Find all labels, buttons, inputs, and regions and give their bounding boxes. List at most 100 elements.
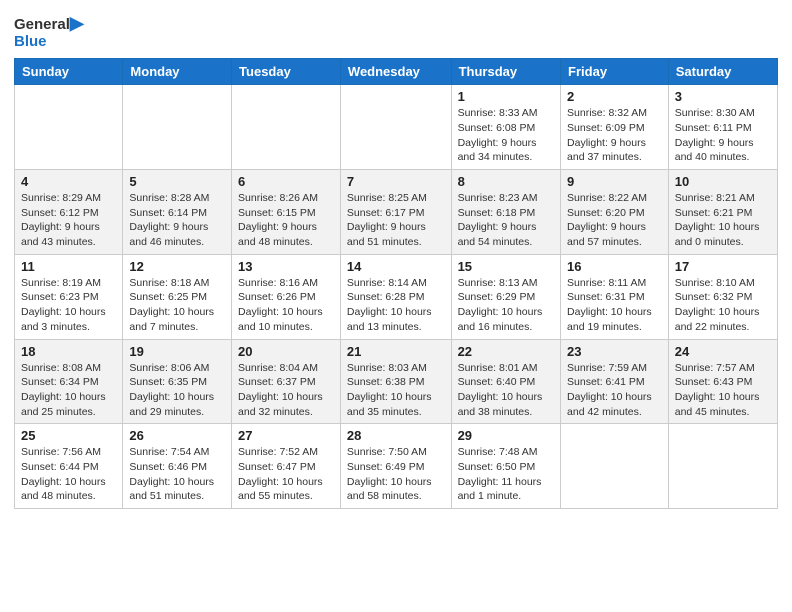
day-info: Sunrise: 8:01 AM Sunset: 6:40 PM Dayligh… — [458, 361, 554, 420]
calendar: SundayMondayTuesdayWednesdayThursdayFrid… — [14, 58, 778, 509]
day-info: Sunrise: 8:18 AM Sunset: 6:25 PM Dayligh… — [129, 276, 225, 335]
day-number: 7 — [347, 174, 445, 189]
day-info: Sunrise: 7:52 AM Sunset: 6:47 PM Dayligh… — [238, 445, 334, 504]
day-info: Sunrise: 7:57 AM Sunset: 6:43 PM Dayligh… — [675, 361, 771, 420]
day-number: 5 — [129, 174, 225, 189]
day-number: 22 — [458, 344, 554, 359]
calendar-cell: 25Sunrise: 7:56 AM Sunset: 6:44 PM Dayli… — [15, 424, 123, 509]
calendar-cell: 24 Sunrise: 7:57 AM Sunset: 6:43 PM Dayli… — [668, 339, 777, 424]
day-info: Sunrise: 8:10 AM Sunset: 6:32 PM Dayligh… — [675, 276, 771, 335]
calendar-cell: 23 Sunrise: 7:59 AM Sunset: 6:41 PM Dayli… — [561, 339, 669, 424]
calendar-cell: 10 Sunrise: 8:21 AM Sunset: 6:21 PM Dayli… — [668, 170, 777, 255]
day-header-monday: Monday — [123, 59, 232, 85]
calendar-header-row: SundayMondayTuesdayWednesdayThursdayFrid… — [15, 59, 778, 85]
day-info: Sunrise: 8:04 AM Sunset: 6:37 PM Dayligh… — [238, 361, 334, 420]
day-info: Sunrise: 8:16 AM Sunset: 6:26 PM Dayligh… — [238, 276, 334, 335]
day-info: Sunrise: 8:03 AM Sunset: 6:38 PM Dayligh… — [347, 361, 445, 420]
logo: General▶ Blue — [14, 14, 84, 50]
calendar-cell: 12 Sunrise: 8:18 AM Sunset: 6:25 PM Dayli… — [123, 254, 232, 339]
calendar-cell: 21 Sunrise: 8:03 AM Sunset: 6:38 PM Dayli… — [340, 339, 451, 424]
calendar-week-4: 18 Sunrise: 8:08 AM Sunset: 6:34 PM Dayli… — [15, 339, 778, 424]
day-number: 3 — [675, 89, 771, 104]
calendar-cell — [15, 85, 123, 170]
calendar-week-3: 11Sunrise: 8:19 AM Sunset: 6:23 PM Dayli… — [15, 254, 778, 339]
calendar-cell: 15 Sunrise: 8:13 AM Sunset: 6:29 PM Dayli… — [451, 254, 560, 339]
calendar-cell: 16 Sunrise: 8:11 AM Sunset: 6:31 PM Dayli… — [561, 254, 669, 339]
day-info: Sunrise: 8:21 AM Sunset: 6:21 PM Dayligh… — [675, 191, 771, 250]
day-number: 4 — [21, 174, 116, 189]
calendar-cell: 4 Sunrise: 8:29 AM Sunset: 6:12 PM Daylig… — [15, 170, 123, 255]
day-number: 14 — [347, 259, 445, 274]
day-header-saturday: Saturday — [668, 59, 777, 85]
calendar-cell — [668, 424, 777, 509]
day-info: Sunrise: 8:25 AM Sunset: 6:17 PM Dayligh… — [347, 191, 445, 250]
day-number: 21 — [347, 344, 445, 359]
day-number: 19 — [129, 344, 225, 359]
calendar-cell — [561, 424, 669, 509]
calendar-cell: 19 Sunrise: 8:06 AM Sunset: 6:35 PM Dayli… — [123, 339, 232, 424]
day-info: Sunrise: 8:29 AM Sunset: 6:12 PM Dayligh… — [21, 191, 116, 250]
calendar-cell: 29 Sunrise: 7:48 AM Sunset: 6:50 PM Dayli… — [451, 424, 560, 509]
day-number: 10 — [675, 174, 771, 189]
calendar-cell — [340, 85, 451, 170]
day-info: Sunrise: 8:23 AM Sunset: 6:18 PM Dayligh… — [458, 191, 554, 250]
page: General▶ Blue SundayMondayTuesdayWednesd… — [0, 0, 792, 612]
calendar-cell: 8 Sunrise: 8:23 AM Sunset: 6:18 PM Daylig… — [451, 170, 560, 255]
day-number: 18 — [21, 344, 116, 359]
day-info: Sunrise: 8:26 AM Sunset: 6:15 PM Dayligh… — [238, 191, 334, 250]
day-number: 17 — [675, 259, 771, 274]
day-number: 16 — [567, 259, 662, 274]
day-number: 9 — [567, 174, 662, 189]
day-header-thursday: Thursday — [451, 59, 560, 85]
day-number: 13 — [238, 259, 334, 274]
day-number: 24 — [675, 344, 771, 359]
day-info: Sunrise: 7:48 AM Sunset: 6:50 PM Dayligh… — [458, 445, 554, 504]
calendar-cell: 5 Sunrise: 8:28 AM Sunset: 6:14 PM Daylig… — [123, 170, 232, 255]
day-info: Sunrise: 8:28 AM Sunset: 6:14 PM Dayligh… — [129, 191, 225, 250]
day-info: Sunrise: 7:50 AM Sunset: 6:49 PM Dayligh… — [347, 445, 445, 504]
day-number: 29 — [458, 428, 554, 443]
day-number: 1 — [458, 89, 554, 104]
day-number: 27 — [238, 428, 334, 443]
day-info: Sunrise: 8:14 AM Sunset: 6:28 PM Dayligh… — [347, 276, 445, 335]
day-info: Sunrise: 8:13 AM Sunset: 6:29 PM Dayligh… — [458, 276, 554, 335]
day-info: Sunrise: 7:56 AM Sunset: 6:44 PM Dayligh… — [21, 445, 116, 504]
calendar-cell: 13 Sunrise: 8:16 AM Sunset: 6:26 PM Dayli… — [232, 254, 341, 339]
day-info: Sunrise: 8:22 AM Sunset: 6:20 PM Dayligh… — [567, 191, 662, 250]
day-info: Sunrise: 8:11 AM Sunset: 6:31 PM Dayligh… — [567, 276, 662, 335]
calendar-cell: 11Sunrise: 8:19 AM Sunset: 6:23 PM Dayli… — [15, 254, 123, 339]
day-number: 20 — [238, 344, 334, 359]
logo-text: General▶ Blue — [14, 14, 84, 50]
calendar-cell: 17 Sunrise: 8:10 AM Sunset: 6:32 PM Dayli… — [668, 254, 777, 339]
day-number: 23 — [567, 344, 662, 359]
calendar-cell: 22 Sunrise: 8:01 AM Sunset: 6:40 PM Dayli… — [451, 339, 560, 424]
day-number: 26 — [129, 428, 225, 443]
day-number: 15 — [458, 259, 554, 274]
day-number: 2 — [567, 89, 662, 104]
calendar-cell — [123, 85, 232, 170]
calendar-cell: 3 Sunrise: 8:30 AM Sunset: 6:11 PM Daylig… — [668, 85, 777, 170]
calendar-cell: 27 Sunrise: 7:52 AM Sunset: 6:47 PM Dayli… — [232, 424, 341, 509]
day-info: Sunrise: 8:06 AM Sunset: 6:35 PM Dayligh… — [129, 361, 225, 420]
calendar-cell: 2 Sunrise: 8:32 AM Sunset: 6:09 PM Daylig… — [561, 85, 669, 170]
day-number: 28 — [347, 428, 445, 443]
day-header-wednesday: Wednesday — [340, 59, 451, 85]
day-number: 6 — [238, 174, 334, 189]
day-info: Sunrise: 8:32 AM Sunset: 6:09 PM Dayligh… — [567, 106, 662, 165]
day-info: Sunrise: 8:30 AM Sunset: 6:11 PM Dayligh… — [675, 106, 771, 165]
calendar-week-5: 25Sunrise: 7:56 AM Sunset: 6:44 PM Dayli… — [15, 424, 778, 509]
day-info: Sunrise: 7:59 AM Sunset: 6:41 PM Dayligh… — [567, 361, 662, 420]
calendar-cell: 14 Sunrise: 8:14 AM Sunset: 6:28 PM Dayli… — [340, 254, 451, 339]
calendar-cell: 18 Sunrise: 8:08 AM Sunset: 6:34 PM Dayli… — [15, 339, 123, 424]
day-number: 12 — [129, 259, 225, 274]
calendar-cell — [232, 85, 341, 170]
day-info: Sunrise: 8:08 AM Sunset: 6:34 PM Dayligh… — [21, 361, 116, 420]
day-header-sunday: Sunday — [15, 59, 123, 85]
day-number: 11 — [21, 259, 116, 274]
calendar-cell: 9 Sunrise: 8:22 AM Sunset: 6:20 PM Daylig… — [561, 170, 669, 255]
calendar-cell: 20 Sunrise: 8:04 AM Sunset: 6:37 PM Dayli… — [232, 339, 341, 424]
calendar-week-2: 4 Sunrise: 8:29 AM Sunset: 6:12 PM Daylig… — [15, 170, 778, 255]
calendar-cell: 28 Sunrise: 7:50 AM Sunset: 6:49 PM Dayli… — [340, 424, 451, 509]
day-number: 8 — [458, 174, 554, 189]
header: General▶ Blue — [14, 10, 778, 50]
